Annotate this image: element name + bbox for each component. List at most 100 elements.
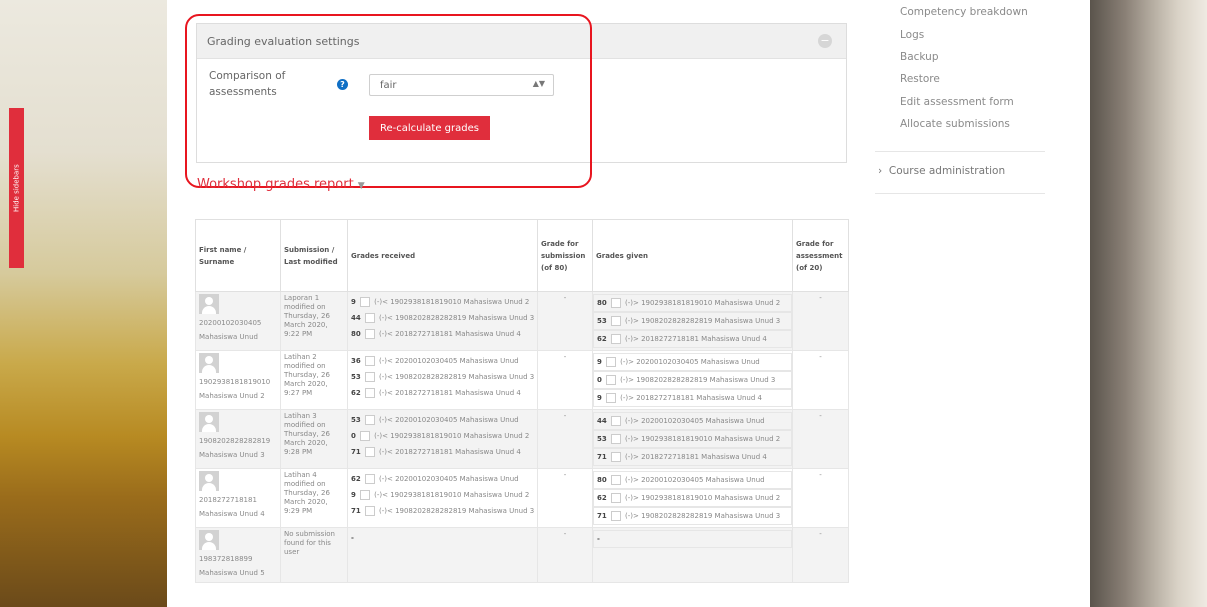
grade-value[interactable]: 9 (351, 298, 356, 306)
submission-info[interactable]: Latihan 2 modified on Thursday, 26 March… (284, 353, 344, 398)
user-icon (360, 490, 371, 500)
grade-value[interactable]: 62 (597, 494, 607, 502)
grade-from[interactable]: (-)< 1908202828282819 Mahasiswa Unud 3 (379, 314, 534, 322)
header-name[interactable]: First name / Surname (195, 219, 281, 292)
grade-value[interactable]: 62 (351, 389, 361, 397)
grade-from[interactable]: (-)< 2018272718181 Mahasiswa Unud 4 (379, 448, 521, 456)
grade-to[interactable]: (-)> 2018272718181 Mahasiswa Unud 4 (625, 335, 767, 343)
avatar[interactable] (199, 353, 219, 373)
grade-from[interactable]: (-)< 20200102030405 Mahasiswa Unud (379, 357, 519, 365)
hide-sidebar-button[interactable]: Hide sidebars (9, 108, 24, 268)
grade-to[interactable]: (-)> 20200102030405 Mahasiswa Unud (625, 417, 765, 425)
grade-to[interactable]: (-)> 2018272718181 Mahasiswa Unud 4 (620, 394, 762, 402)
menu-competency-breakdown[interactable]: Competency breakdown (900, 6, 1028, 18)
grade-value[interactable]: 80 (597, 299, 607, 307)
grade-to[interactable]: (-)> 1902938181819010 Mahasiswa Unud 2 (625, 435, 780, 443)
submission-cell: Laporan 1 modified on Thursday, 26 March… (280, 291, 348, 351)
grade-received-item: - (351, 530, 534, 546)
grade-value[interactable]: 9 (351, 491, 356, 499)
grade-value[interactable]: 62 (351, 475, 361, 483)
grade-from[interactable]: (-)< 20200102030405 Mahasiswa Unud (379, 475, 519, 483)
grade-value[interactable]: - (597, 535, 600, 543)
grade-to[interactable]: (-)> 1902938181819010 Mahasiswa Unud 2 (625, 299, 780, 307)
submission-info[interactable]: Latihan 4 modified on Thursday, 26 March… (284, 471, 344, 516)
grade-value[interactable]: 0 (597, 376, 602, 384)
user-icon (360, 297, 371, 307)
menu-backup[interactable]: Backup (900, 51, 939, 63)
submission-info[interactable]: Laporan 1 modified on Thursday, 26 March… (284, 294, 344, 339)
grade-value[interactable]: 53 (351, 416, 361, 424)
grade-assessment-cell: - (792, 409, 849, 469)
submission-cell: Latihan 4 modified on Thursday, 26 March… (280, 468, 348, 528)
grade-given-item: 80 (-)> 20200102030405 Mahasiswa Unud (593, 471, 792, 489)
grade-from[interactable]: (-)< 2018272718181 Mahasiswa Unud 4 (379, 389, 521, 397)
header-grade-submission[interactable]: Grade for submission (of 80) (537, 219, 593, 292)
user-name[interactable]: 1902938181819010 Mahasiswa Unud 2 (199, 375, 277, 403)
grade-value[interactable]: 9 (597, 394, 602, 402)
grade-from[interactable]: (-)< 1902938181819010 Mahasiswa Unud 2 (374, 491, 529, 499)
user-icon (364, 313, 375, 323)
grade-value[interactable]: 53 (597, 435, 607, 443)
table-row: 1908202828282819 Mahasiswa Unud 3 Latihan… (195, 409, 849, 469)
grade-given-item: 53 (-)> 1908202828282819 Mahasiswa Unud … (593, 312, 792, 330)
grade-value[interactable]: 71 (597, 512, 607, 520)
grade-received-item: 0 (-)< 1902938181819010 Mahasiswa Unud 2 (351, 428, 534, 444)
grade-from[interactable]: (-)< 1908202828282819 Mahasiswa Unud 3 (379, 507, 534, 515)
report-title[interactable]: Workshop grades report ▼ (197, 177, 365, 192)
grade-value[interactable]: 44 (597, 417, 607, 425)
grade-value[interactable]: 36 (351, 357, 361, 365)
grade-from[interactable]: (-)< 1902938181819010 Mahasiswa Unud 2 (374, 432, 529, 440)
grade-to[interactable]: (-)> 20200102030405 Mahasiswa Unud (620, 358, 760, 366)
grade-to[interactable]: (-)> 1908202828282819 Mahasiswa Unud 3 (625, 317, 780, 325)
grade-value[interactable]: 80 (351, 330, 361, 338)
user-cell: 2018272718181 Mahasiswa Unud 4 (195, 468, 281, 528)
menu-allocate-submissions[interactable]: Allocate submissions (900, 118, 1010, 130)
grade-value[interactable]: 71 (597, 453, 607, 461)
grade-to[interactable]: (-)> 1902938181819010 Mahasiswa Unud 2 (625, 494, 780, 502)
collapse-icon[interactable]: − (818, 34, 832, 48)
grade-to[interactable]: (-)> 2018272718181 Mahasiswa Unud 4 (625, 453, 767, 461)
user-name[interactable]: 1908202828282819 Mahasiswa Unud 3 (199, 434, 277, 462)
grade-value[interactable]: 62 (597, 335, 607, 343)
avatar[interactable] (199, 471, 219, 491)
grade-given-item: 0 (-)> 1908202828282819 Mahasiswa Unud 3 (593, 371, 792, 389)
submission-info[interactable]: No submission found for this user (284, 530, 344, 557)
grade-from[interactable]: (-)< 20200102030405 Mahasiswa Unud (379, 416, 519, 424)
user-cell: 20200102030405 Mahasiswa Unud (195, 291, 281, 351)
user-name[interactable]: 2018272718181 Mahasiswa Unud 4 (199, 493, 277, 521)
grade-to[interactable]: (-)> 1908202828282819 Mahasiswa Unud 3 (625, 512, 780, 520)
grades-given-cell: - (592, 527, 793, 583)
header-submission[interactable]: Submission / Last modified (280, 219, 348, 292)
grade-value[interactable]: 44 (351, 314, 361, 322)
grade-received-item: 53 (-)< 20200102030405 Mahasiswa Unud (351, 412, 534, 428)
user-icon (610, 316, 621, 326)
grade-to[interactable]: (-)> 1908202828282819 Mahasiswa Unud 3 (620, 376, 775, 384)
menu-restore[interactable]: Restore (900, 73, 940, 85)
grade-from[interactable]: (-)< 1902938181819010 Mahasiswa Unud 2 (374, 298, 529, 306)
grade-value[interactable]: 9 (597, 358, 602, 366)
grade-value[interactable]: 71 (351, 507, 361, 515)
user-icon (610, 511, 621, 521)
user-name[interactable]: 198372818899 Mahasiswa Unud 5 (199, 552, 277, 580)
grade-value[interactable]: 53 (597, 317, 607, 325)
avatar[interactable] (199, 294, 219, 314)
user-icon (360, 431, 371, 441)
grade-submission-cell: - (537, 350, 593, 410)
menu-edit-assessment-form[interactable]: Edit assessment form (900, 96, 1014, 108)
grade-from[interactable]: (-)< 2018272718181 Mahasiswa Unud 4 (379, 330, 521, 338)
grade-from[interactable]: (-)< 1908202828282819 Mahasiswa Unud 3 (379, 373, 534, 381)
grade-value[interactable]: 53 (351, 373, 361, 381)
submission-info[interactable]: Latihan 3 modified on Thursday, 26 March… (284, 412, 344, 457)
grade-to[interactable]: (-)> 20200102030405 Mahasiswa Unud (625, 476, 765, 484)
grade-value[interactable]: - (351, 534, 354, 542)
menu-course-administration[interactable]: › Course administration (878, 165, 1005, 177)
user-name[interactable]: 20200102030405 Mahasiswa Unud (199, 316, 277, 344)
avatar[interactable] (199, 412, 219, 432)
menu-logs[interactable]: Logs (900, 29, 924, 41)
grade-value[interactable]: 0 (351, 432, 356, 440)
grade-value[interactable]: 71 (351, 448, 361, 456)
grade-received-item: 9 (-)< 1902938181819010 Mahasiswa Unud 2 (351, 487, 534, 503)
avatar[interactable] (199, 530, 219, 550)
header-grade-assessment[interactable]: Grade for assessment (of 20) (792, 219, 849, 292)
grade-value[interactable]: 80 (597, 476, 607, 484)
